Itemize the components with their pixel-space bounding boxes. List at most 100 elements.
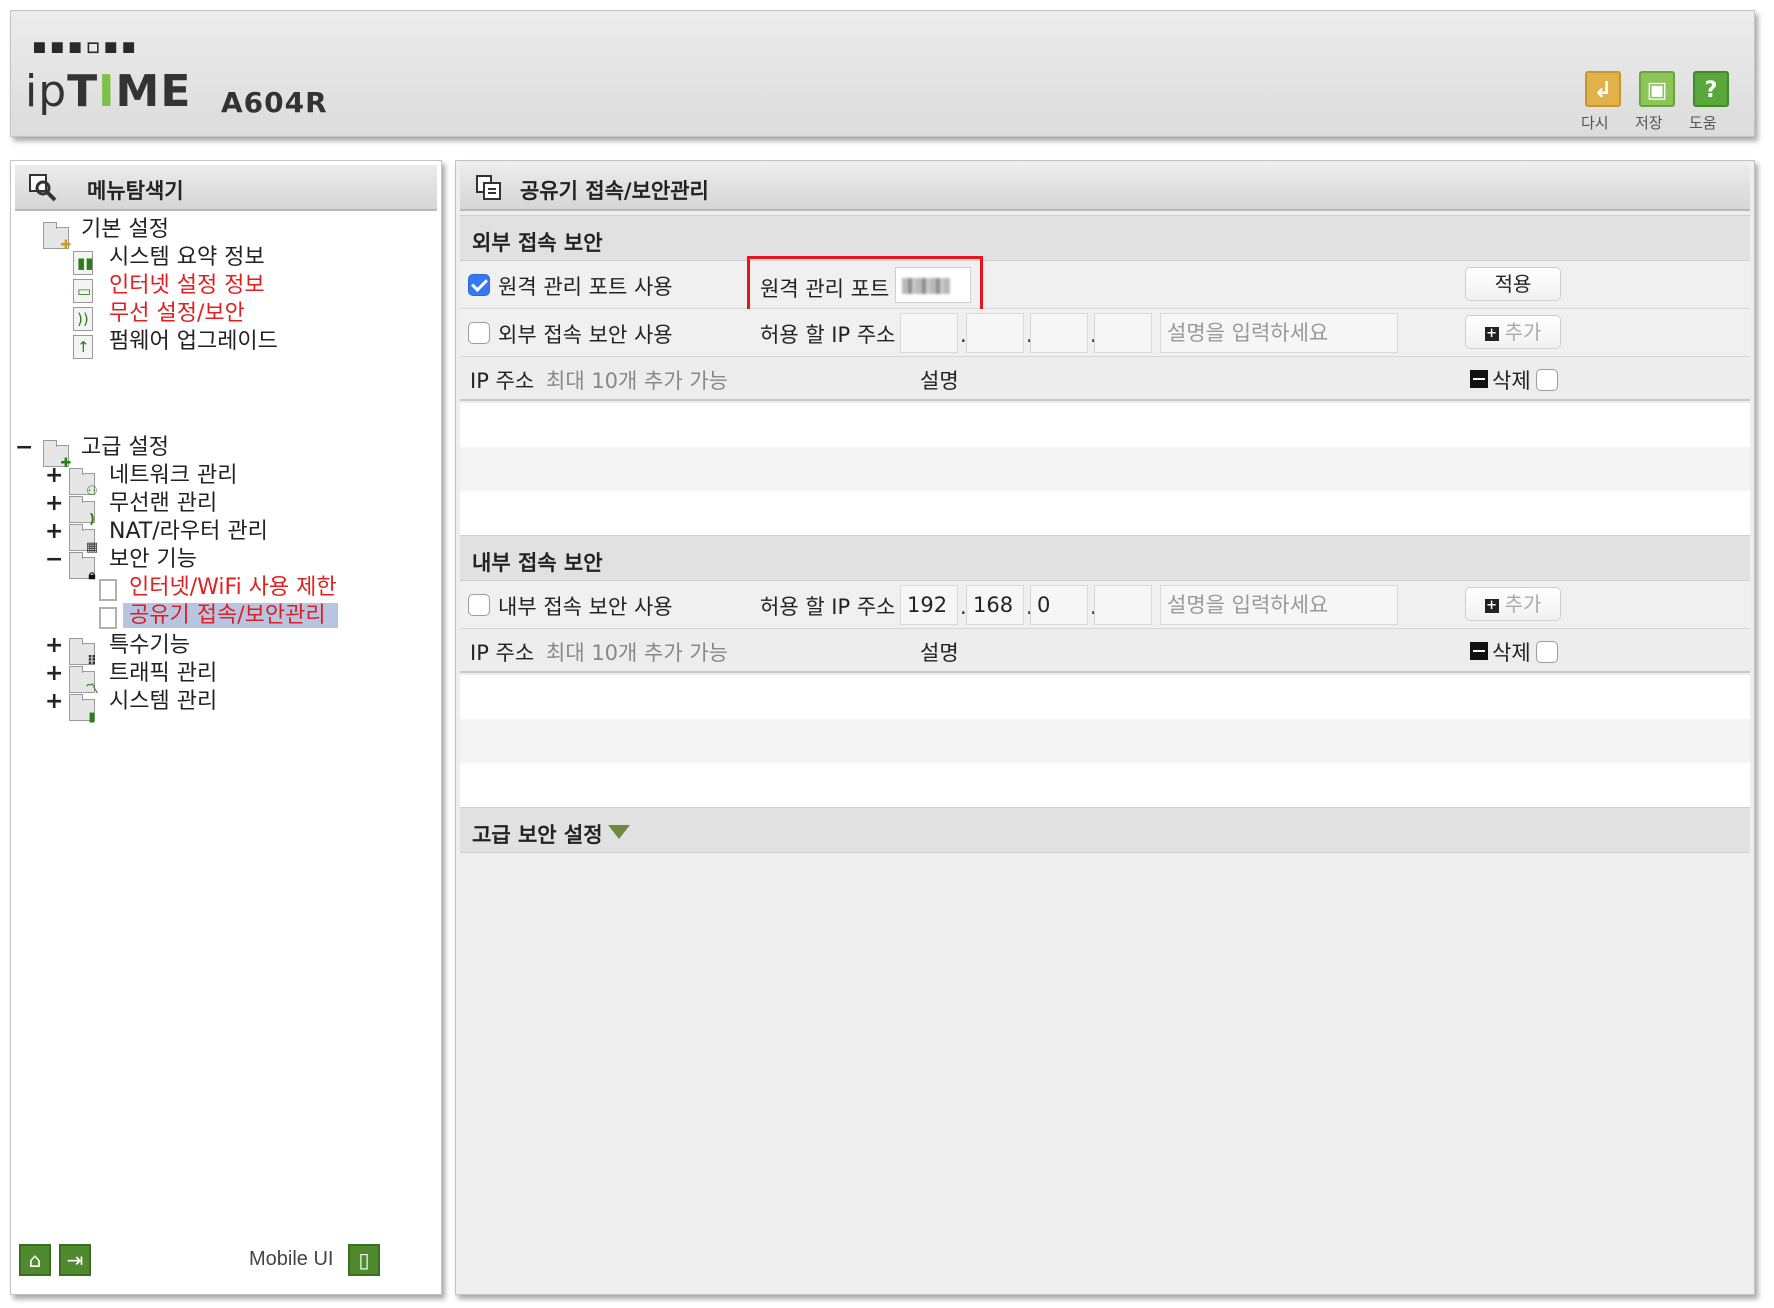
chart-icon: ▮▮ (73, 251, 94, 275)
tree-system-summary[interactable]: 시스템 요약 정보 (109, 243, 265, 273)
internal-security-label: 내부 접속 보안 사용 (498, 595, 673, 619)
help-button[interactable]: ? 도움 (1689, 71, 1733, 132)
internal-list-row (460, 763, 1750, 807)
remote-port-checkbox[interactable] (468, 274, 490, 296)
internal-description-input[interactable]: 설명을 입력하세요 (1160, 585, 1398, 625)
copy-icon (476, 175, 501, 200)
expand-network-toggle[interactable]: + (45, 461, 63, 491)
top-header: ▪▪▪▫▪▪ ipTIME A604R ↲ 다시 ▣ 저장 ? 도움 (10, 10, 1755, 137)
internal-delete-all-checkbox[interactable] (1536, 641, 1558, 663)
model-name: A604R (221, 86, 328, 119)
internal-security-title: 내부 접속 보안 (472, 551, 603, 575)
save-label: 저장 (1635, 114, 1663, 132)
external-ip-octet-3[interactable] (1030, 313, 1088, 353)
tree-firmware-upgrade[interactable]: 펌웨어 업그레이드 (109, 327, 278, 357)
expand-system-toggle[interactable]: + (45, 687, 63, 717)
expand-traffic-toggle[interactable]: + (45, 659, 63, 689)
external-delete-label: 삭제 (1492, 369, 1531, 393)
tree-traffic-management[interactable]: 트래픽 관리 (109, 659, 217, 689)
undo-label: 다시 (1581, 114, 1609, 132)
tree-network-management[interactable]: 네트워크 관리 (109, 461, 237, 491)
expand-wlan-toggle[interactable]: + (45, 489, 63, 519)
internal-ip-octet-4[interactable] (1094, 585, 1152, 625)
network-folder-icon: ⚇ (69, 468, 98, 499)
internal-ip-octet-2[interactable]: 168 (966, 585, 1024, 625)
monitor-icon: ▭ (73, 279, 93, 303)
internal-ip-octet-1[interactable]: 192 (900, 585, 958, 625)
internal-list-row (460, 719, 1750, 763)
tree-wlan-management[interactable]: 무선랜 관리 (109, 489, 217, 519)
external-list-row (460, 491, 1750, 535)
mobile-phone-icon[interactable]: ▯ (348, 1244, 380, 1276)
internal-security-row: 내부 접속 보안 사용 허용 할 IP 주소 192 . 168 . 0 . 설… (460, 581, 1750, 629)
internal-allow-ip-label: 허용 할 IP 주소 (760, 595, 896, 619)
help-label: 도움 (1689, 114, 1717, 132)
external-ip-octet-4[interactable] (1094, 313, 1152, 353)
tree-basic-settings[interactable]: 기본 설정 (81, 215, 169, 245)
external-security-row: 외부 접속 보안 사용 허용 할 IP 주소 . . . 설명을 입력하세요 +… (460, 309, 1750, 357)
tree-internet-wifi-restriction[interactable]: 인터넷/WiFi 사용 제한 (129, 573, 337, 603)
efm-logo: ▪▪▪▫▪▪ (31, 29, 139, 62)
external-allow-ip-label: 허용 할 IP 주소 (760, 323, 896, 347)
system-folder-icon: ▮ (69, 694, 96, 725)
apply-button[interactable]: 적용 (1465, 267, 1561, 301)
tree-wireless-settings[interactable]: 무선 설정/보안 (109, 299, 245, 329)
external-delete-all-checkbox[interactable] (1536, 369, 1558, 391)
undo-button[interactable]: ↲ 다시 (1581, 71, 1625, 132)
remote-port-row: 원격 관리 포트 사용 원격 관리 포트 적용 (460, 256, 1750, 312)
advanced-security-title: 고급 보안 설정 (472, 823, 603, 847)
menu-explorer-title-bar: 메뉴탐색기 (15, 165, 437, 211)
plus-icon: + (1484, 326, 1499, 341)
external-security-checkbox[interactable] (468, 322, 490, 344)
tree-nat-router[interactable]: NAT/라우터 관리 (109, 517, 268, 547)
internal-security-header: 내부 접속 보안 (460, 535, 1750, 581)
external-list-row (460, 447, 1750, 491)
internal-list-desc-header: 설명 (920, 641, 959, 665)
tree-router-access-security[interactable]: 공유기 접속/보안관리 (123, 601, 338, 631)
external-security-label: 외부 접속 보안 사용 (498, 323, 673, 347)
tree-internet-settings[interactable]: 인터넷 설정 정보 (109, 271, 265, 301)
external-description-input[interactable]: 설명을 입력하세요 (1160, 313, 1398, 353)
menu-explorer-title: 메뉴탐색기 (87, 179, 184, 203)
expand-nat-toggle[interactable]: + (45, 517, 63, 547)
internal-security-checkbox[interactable] (468, 594, 490, 616)
external-ip-octet-2[interactable] (966, 313, 1024, 353)
page-icon (99, 607, 117, 629)
external-security-header: 외부 접속 보안 (460, 215, 1750, 261)
advanced-security-header[interactable]: 고급 보안 설정 (460, 807, 1750, 853)
home-icon[interactable]: ⌂ (19, 1244, 51, 1276)
external-ip-octet-1[interactable] (900, 313, 958, 353)
tree-advanced-settings[interactable]: 고급 설정 (81, 433, 169, 463)
external-add-button[interactable]: + 추가 (1465, 315, 1561, 349)
expand-special-toggle[interactable]: + (45, 631, 63, 661)
help-icon: ? (1693, 71, 1729, 107)
remote-port-enable-label: 원격 관리 포트 사용 (498, 275, 673, 299)
tree-security-functions[interactable]: 보안 기능 (109, 545, 197, 575)
remote-port-input[interactable] (895, 267, 971, 303)
external-list-row (460, 403, 1750, 447)
menu-explorer: 메뉴탐색기 ✚ 기본 설정 ▮▮ 시스템 요약 정보 ▭ 인터넷 설정 정보 )… (10, 160, 442, 1295)
save-button[interactable]: ▣ 저장 (1635, 71, 1679, 132)
folder-icon: ✚ (43, 222, 71, 253)
external-list-hint: 최대 10개 추가 가능 (546, 369, 728, 393)
wireless-folder-icon: ) (69, 496, 95, 527)
tree-special-functions[interactable]: 특수기능 (109, 631, 190, 661)
collapse-security-toggle[interactable]: − (45, 545, 63, 575)
logo-letter-i: I (98, 66, 116, 117)
expand-triangle-icon[interactable] (608, 825, 630, 839)
collapse-advanced-toggle[interactable]: − (15, 433, 33, 463)
logout-icon[interactable]: ⇥ (59, 1244, 91, 1276)
tree-system-management[interactable]: 시스템 관리 (109, 687, 217, 717)
external-list-desc-header: 설명 (920, 369, 959, 393)
internal-add-button[interactable]: + 추가 (1465, 587, 1561, 621)
upgrade-icon: ↑ (73, 335, 93, 359)
delete-icon (1470, 370, 1488, 388)
internal-list-row (460, 675, 1750, 719)
internal-ip-octet-3[interactable]: 0 (1030, 585, 1088, 625)
iptime-logo: ipTIME (25, 66, 192, 117)
internal-list-ip-header: IP 주소 (470, 641, 535, 665)
page-icon (99, 579, 117, 601)
sidebar-footer: ⌂ ⇥ Mobile UI ▯ (11, 1234, 441, 1294)
mobile-ui-label[interactable]: Mobile UI (249, 1248, 333, 1271)
external-security-title: 외부 접속 보안 (472, 231, 603, 255)
